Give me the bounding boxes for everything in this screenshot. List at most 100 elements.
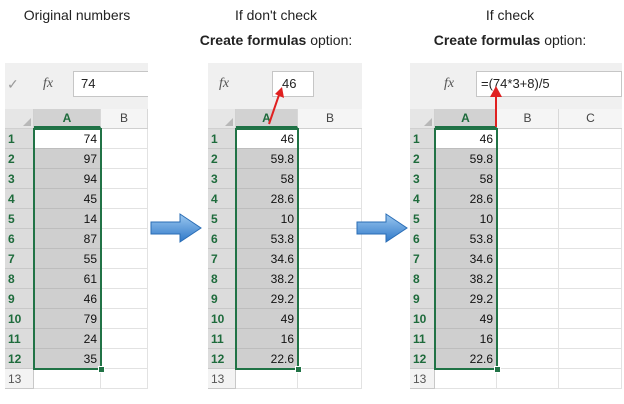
cell-empty[interactable] — [559, 169, 622, 189]
cell-empty[interactable] — [559, 249, 622, 269]
row-header[interactable]: 2 — [410, 149, 435, 169]
fx-icon[interactable]: fx — [219, 76, 229, 92]
row-header[interactable]: 9 — [5, 289, 34, 309]
row-header[interactable]: 6 — [208, 229, 236, 249]
cell-empty[interactable] — [298, 209, 362, 229]
row-header[interactable]: 5 — [410, 209, 435, 229]
cell-empty[interactable] — [559, 209, 622, 229]
row-header[interactable]: 7 — [208, 249, 236, 269]
fx-icon[interactable]: fx — [444, 76, 454, 92]
cell-empty[interactable] — [101, 129, 148, 149]
row-header[interactable]: 10 — [208, 309, 236, 329]
cell-empty[interactable] — [298, 269, 362, 289]
row-header[interactable]: 1 — [5, 129, 34, 149]
cell-empty[interactable] — [101, 329, 148, 349]
row-header[interactable]: 3 — [410, 169, 435, 189]
cell-empty[interactable] — [101, 269, 148, 289]
cell-empty[interactable] — [101, 249, 148, 269]
cell-empty[interactable] — [298, 129, 362, 149]
fill-handle[interactable] — [295, 366, 302, 373]
row-header[interactable]: 4 — [208, 189, 236, 209]
cell-empty[interactable] — [497, 229, 559, 249]
row-header[interactable]: 9 — [410, 289, 435, 309]
check-icon[interactable]: ✓ — [7, 76, 19, 93]
cell-empty[interactable] — [101, 309, 148, 329]
cell-empty[interactable] — [497, 309, 559, 329]
cell-a-empty[interactable] — [34, 369, 101, 389]
cell-empty[interactable] — [497, 249, 559, 269]
cell-empty[interactable] — [101, 189, 148, 209]
cell-empty[interactable] — [559, 149, 622, 169]
row-header[interactable]: 1 — [208, 129, 236, 149]
row-header[interactable]: 3 — [208, 169, 236, 189]
select-all-corner[interactable] — [208, 109, 236, 128]
cell-empty[interactable] — [559, 309, 622, 329]
cell-empty[interactable] — [497, 169, 559, 189]
row-header[interactable]: 10 — [410, 309, 435, 329]
row-header[interactable]: 2 — [208, 149, 236, 169]
row-header[interactable]: 13 — [208, 369, 236, 389]
row-header[interactable]: 7 — [5, 249, 34, 269]
row-header[interactable]: 5 — [208, 209, 236, 229]
fill-handle[interactable] — [494, 366, 501, 373]
cell-empty[interactable] — [298, 169, 362, 189]
cell-empty[interactable] — [497, 149, 559, 169]
row-header[interactable]: 9 — [208, 289, 236, 309]
cell-empty[interactable] — [101, 369, 148, 389]
cell-a-empty[interactable] — [435, 369, 497, 389]
cell-empty[interactable] — [559, 229, 622, 249]
row-header[interactable]: 4 — [5, 189, 34, 209]
row-header[interactable]: 8 — [5, 269, 34, 289]
column-header-b[interactable]: B — [497, 109, 559, 128]
cell-empty[interactable] — [497, 369, 559, 389]
row-header[interactable]: 3 — [5, 169, 34, 189]
row-header[interactable]: 13 — [410, 369, 435, 389]
cell-empty[interactable] — [298, 249, 362, 269]
column-header-a[interactable]: A — [34, 109, 101, 128]
row-header[interactable]: 11 — [410, 329, 435, 349]
row-header[interactable]: 8 — [208, 269, 236, 289]
cell-empty[interactable] — [559, 329, 622, 349]
row-header[interactable]: 4 — [410, 189, 435, 209]
row-header[interactable]: 11 — [208, 329, 236, 349]
cell-empty[interactable] — [298, 349, 362, 369]
cell-empty[interactable] — [298, 149, 362, 169]
row-header[interactable]: 12 — [410, 349, 435, 369]
fill-handle[interactable] — [98, 366, 105, 373]
cell-empty[interactable] — [101, 209, 148, 229]
cell-empty[interactable] — [101, 349, 148, 369]
column-header-c[interactable]: C — [559, 109, 622, 128]
row-header[interactable]: 12 — [208, 349, 236, 369]
row-header[interactable]: 6 — [5, 229, 34, 249]
cell-empty[interactable] — [559, 289, 622, 309]
row-header[interactable]: 10 — [5, 309, 34, 329]
cell-empty[interactable] — [497, 349, 559, 369]
cell-empty[interactable] — [497, 189, 559, 209]
column-header-b[interactable]: B — [298, 109, 362, 128]
column-header-b[interactable]: B — [101, 109, 148, 128]
row-header[interactable]: 6 — [410, 229, 435, 249]
cell-empty[interactable] — [497, 129, 559, 149]
fx-icon[interactable]: fx — [43, 76, 53, 92]
cell-empty[interactable] — [101, 169, 148, 189]
row-header[interactable]: 11 — [5, 329, 34, 349]
cell-empty[interactable] — [559, 189, 622, 209]
row-header[interactable]: 5 — [5, 209, 34, 229]
cell-empty[interactable] — [298, 329, 362, 349]
row-header[interactable]: 12 — [5, 349, 34, 369]
cell-empty[interactable] — [101, 229, 148, 249]
cell-empty[interactable] — [559, 349, 622, 369]
cell-empty[interactable] — [559, 129, 622, 149]
row-header[interactable]: 13 — [5, 369, 34, 389]
row-header[interactable]: 8 — [410, 269, 435, 289]
select-all-corner[interactable] — [5, 109, 34, 128]
cell-a-empty[interactable] — [236, 369, 298, 389]
row-header[interactable]: 2 — [5, 149, 34, 169]
select-all-corner[interactable] — [410, 109, 435, 128]
cell-empty[interactable] — [497, 289, 559, 309]
cell-empty[interactable] — [497, 269, 559, 289]
row-header[interactable]: 1 — [410, 129, 435, 149]
cell-empty[interactable] — [298, 369, 362, 389]
cell-empty[interactable] — [298, 189, 362, 209]
cell-empty[interactable] — [497, 329, 559, 349]
